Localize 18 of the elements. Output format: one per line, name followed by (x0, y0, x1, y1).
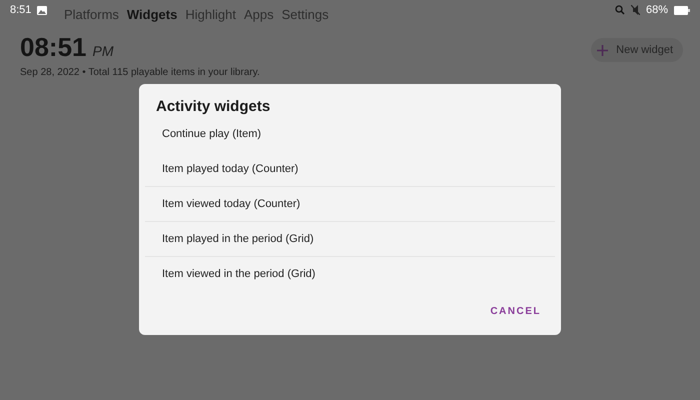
nav-tab[interactable]: Widgets (126, 6, 178, 22)
widget-option[interactable]: Item viewed today (Counter) (145, 187, 555, 222)
clock-period: PM (92, 43, 114, 59)
mute-icon (630, 5, 640, 15)
image-icon (37, 6, 48, 14)
widget-option[interactable]: Continue play (Item) (145, 117, 555, 152)
widget-option[interactable]: Item played today (Counter) (145, 152, 555, 187)
battery-percent: 68% (646, 4, 668, 16)
clock-time: 08:51 (20, 32, 86, 63)
cancel-button[interactable]: CANCEL (484, 302, 547, 321)
status-time: 8:51 (10, 4, 32, 16)
search-icon (614, 5, 625, 15)
widget-option[interactable]: Item played in the period (Grid) (145, 222, 555, 257)
plus-icon (597, 44, 608, 56)
dialog-title: Activity widgets (155, 98, 272, 115)
battery-icon (674, 6, 690, 14)
library-summary: Sep 28, 2022 • Total 115 playable items in your library. (20, 67, 260, 78)
widget-option[interactable]: Item viewed in the period (Grid) (145, 257, 555, 292)
